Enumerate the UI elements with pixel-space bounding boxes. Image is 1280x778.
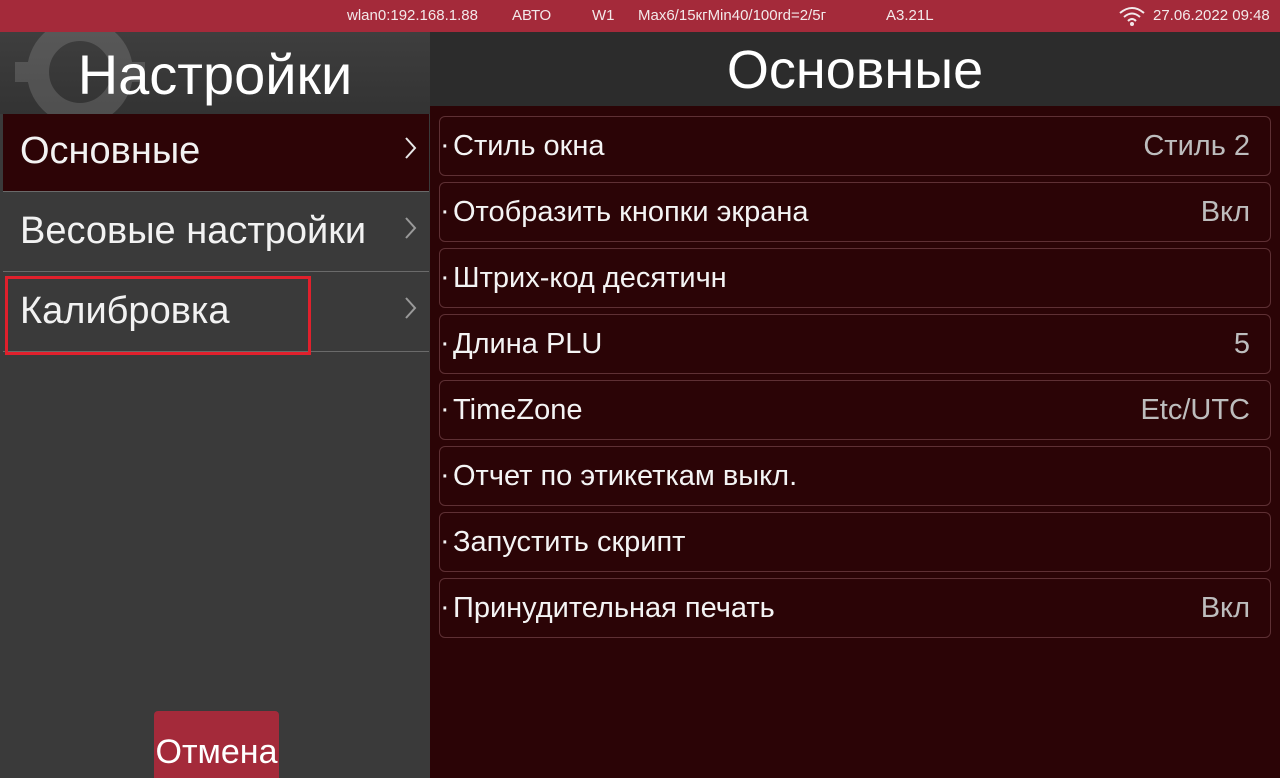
chevron-right-icon xyxy=(405,217,417,239)
bullet-icon: · xyxy=(440,393,450,425)
bullet-icon: · xyxy=(440,129,450,161)
settings-sidebar: Настройки Основные Весовые настройки Кал… xyxy=(0,32,430,778)
setting-row-screen-buttons[interactable]: · Отобразить кнопки экрана Вкл xyxy=(439,182,1271,242)
sidebar-item-label: Весовые настройки xyxy=(20,210,367,252)
setting-row-forced-print[interactable]: · Принудительная печать Вкл xyxy=(439,578,1271,638)
setting-label: Стиль окна xyxy=(453,130,605,162)
bullet-icon: · xyxy=(440,525,450,557)
setting-label: Отобразить кнопки экрана xyxy=(453,196,809,228)
setting-value: Вкл xyxy=(1200,196,1250,228)
setting-row-barcode-decimal[interactable]: · Штрих-код десятичн xyxy=(439,248,1271,308)
setting-value: Etc/UTC xyxy=(1140,394,1250,426)
bullet-icon: · xyxy=(440,195,450,227)
setting-label: Принудительная печать xyxy=(453,592,775,624)
sidebar-item-basic[interactable]: Основные xyxy=(3,114,429,192)
setting-row-run-script[interactable]: · Запустить скрипт xyxy=(439,512,1271,572)
version-status: A3.21L xyxy=(886,7,934,24)
weigh-range-status: W1 xyxy=(592,7,615,24)
setting-label: Отчет по этикеткам выкл. xyxy=(453,460,798,492)
datetime-status: 27.06.2022 09:48 xyxy=(1153,7,1270,24)
setting-label: TimeZone xyxy=(453,394,583,426)
sidebar-title: Настройки xyxy=(77,43,353,106)
bullet-icon: · xyxy=(440,591,450,623)
bullet-icon: · xyxy=(440,459,450,491)
chevron-right-icon xyxy=(405,137,417,159)
setting-label: Длина PLU xyxy=(453,328,603,360)
setting-row-plu-length[interactable]: · Длина PLU 5 xyxy=(439,314,1271,374)
setting-value: Вкл xyxy=(1200,592,1250,624)
setting-row-timezone[interactable]: · TimeZone Etc/UTC xyxy=(439,380,1271,440)
chevron-right-icon xyxy=(405,297,417,319)
network-status: wlan0:192.168.1.88 xyxy=(347,7,478,24)
bullet-icon: · xyxy=(440,327,450,359)
sidebar-header: Настройки xyxy=(0,32,430,114)
status-bar: wlan0:192.168.1.88 АВТО W1 Max6/15кгMin4… xyxy=(0,0,1280,32)
calibration-highlight xyxy=(5,276,311,355)
sidebar-item-weighing[interactable]: Весовые настройки xyxy=(3,194,429,272)
setting-row-label-report[interactable]: · Отчет по этикеткам выкл. xyxy=(439,446,1271,506)
wifi-icon xyxy=(1119,7,1145,26)
setting-value: Стиль 2 xyxy=(1143,130,1250,162)
capacity-status: Max6/15кгMin40/100rd=2/5г xyxy=(638,7,827,24)
main-panel: Основные · Стиль окна Стиль 2 · Отобрази… xyxy=(430,32,1280,778)
sidebar-item-label: Основные xyxy=(20,130,201,172)
setting-label: Запустить скрипт xyxy=(453,526,686,558)
setting-value: 5 xyxy=(1233,328,1250,360)
bullet-icon: · xyxy=(440,261,450,293)
setting-label: Штрих-код десятичн xyxy=(453,262,727,294)
cancel-button[interactable]: Отмена xyxy=(154,711,279,778)
mode-status: АВТО xyxy=(512,7,552,24)
setting-row-window-style[interactable]: · Стиль окна Стиль 2 xyxy=(439,116,1271,176)
page-title: Основные xyxy=(430,32,1280,106)
